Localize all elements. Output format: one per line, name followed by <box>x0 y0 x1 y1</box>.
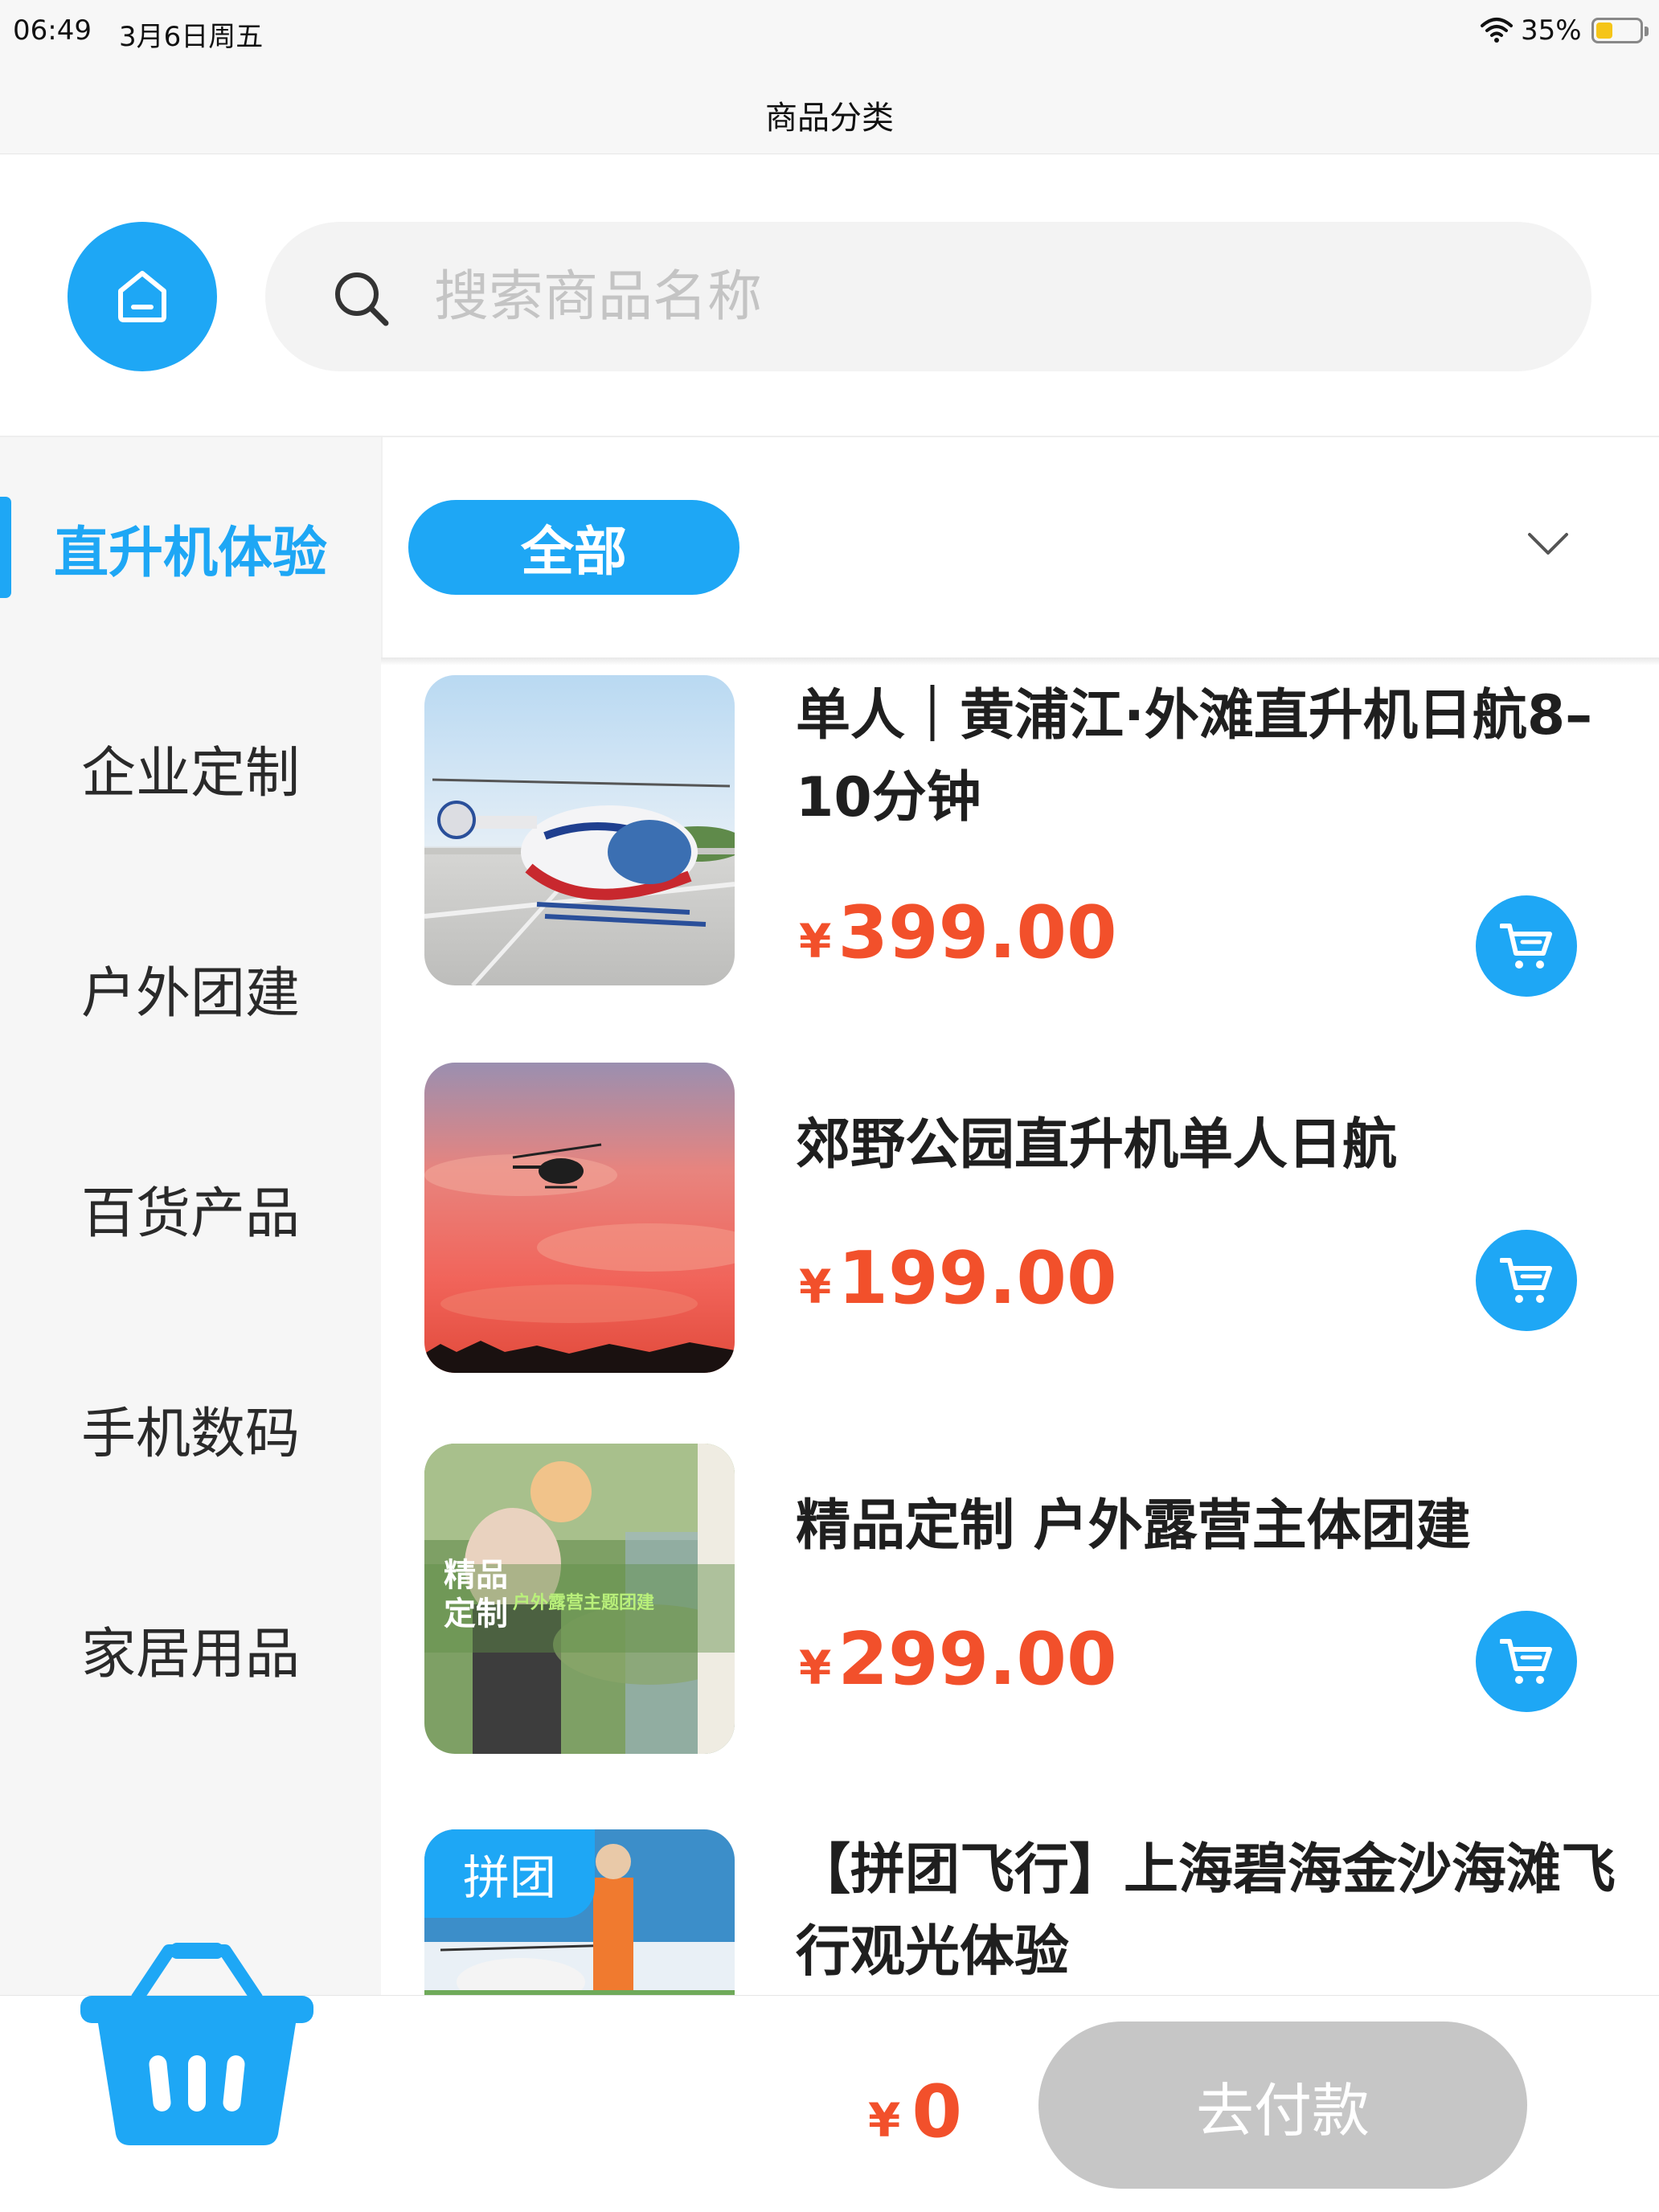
sidebar-item-home-goods[interactable]: 家居用品 <box>0 1538 381 1759</box>
price-value: 399.00 <box>838 891 1117 975</box>
product-title[interactable]: 【拼团飞行】上海碧海金沙海滩飞行观光体验 <box>796 1829 1632 1993</box>
currency-symbol: ¥ <box>799 1260 832 1314</box>
search-input[interactable] <box>434 259 1479 334</box>
product-card[interactable]: 郊野公园直升机单人日航 ¥199.00 <box>381 1063 1659 1440</box>
sidebar-item-label: 直升机体验 <box>53 521 327 585</box>
active-indicator <box>0 497 11 598</box>
sidebar-item-label: 企业定制 <box>80 741 300 805</box>
product-title[interactable]: 精品定制 户外露营主体团建 <box>796 1485 1632 1567</box>
helicopter-on-helipad-image <box>424 675 735 985</box>
sidebar-item-label: 户外团建 <box>80 961 300 1026</box>
sidebar-item-label: 家居用品 <box>80 1622 300 1686</box>
cart-icon <box>1500 924 1552 969</box>
sidebar-item-enterprise-custom[interactable]: 企业定制 <box>0 657 381 878</box>
product-price: ¥399.00 <box>799 891 1117 975</box>
helicopter-sunset-image <box>424 1063 735 1373</box>
cart-total: ¥0 <box>868 2070 962 2154</box>
home-button[interactable] <box>68 222 217 371</box>
cart-icon <box>1500 1639 1552 1684</box>
checkout-bar: ¥0 去付款 <box>0 1943 1659 2212</box>
sidebar-item-general-goods[interactable]: 百货产品 <box>0 1098 381 1318</box>
sidebar-item-label: 百货产品 <box>80 1182 300 1246</box>
price-value: 299.00 <box>838 1617 1117 1702</box>
group-buy-badge: 拼团 <box>424 1829 595 1918</box>
status-time: 06:49 <box>13 14 92 47</box>
divider <box>381 657 1659 666</box>
basket-icon[interactable] <box>80 1943 313 2147</box>
battery-icon <box>1591 18 1649 43</box>
product-price: ¥299.00 <box>799 1617 1117 1702</box>
product-price: ¥199.00 <box>799 1236 1117 1321</box>
product-image[interactable] <box>424 1063 735 1373</box>
search-area <box>0 154 1659 437</box>
price-value: 199.00 <box>838 1236 1117 1321</box>
product-title[interactable]: 单人｜黄浦江·外滩直升机日航8–10分钟 <box>796 675 1632 839</box>
total-value: 0 <box>911 2070 962 2154</box>
add-to-cart-button[interactable] <box>1476 895 1577 997</box>
image-caption: 户外露营主题团建 <box>513 1593 655 1613</box>
filter-all-chip[interactable]: 全部 <box>408 500 739 595</box>
sidebar-item-phones-digital[interactable]: 手机数码 <box>0 1318 381 1538</box>
navigation-bar: 商品分类 <box>0 64 1659 154</box>
currency-symbol: ¥ <box>799 914 832 969</box>
product-image[interactable] <box>424 675 735 985</box>
add-to-cart-button[interactable] <box>1476 1230 1577 1331</box>
add-to-cart-button[interactable] <box>1476 1611 1577 1712</box>
wifi-icon <box>1481 18 1513 43</box>
sidebar-item-label: 手机数码 <box>80 1402 300 1466</box>
sidebar-item-outdoor-teambuilding[interactable]: 户外团建 <box>0 878 381 1098</box>
checkout-button[interactable]: 去付款 <box>1038 2022 1527 2189</box>
search-bar[interactable] <box>265 222 1591 371</box>
page-title: 商品分类 <box>765 100 894 137</box>
product-card[interactable]: 精品 定制 户外露营主题团建 精品定制 户外露营主体团建 ¥299.00 <box>381 1444 1659 1821</box>
battery-percent: 35% <box>1521 14 1582 47</box>
sidebar-item-helicopter-experience[interactable]: 直升机体验 <box>0 437 381 657</box>
subcategory-filter-row: 全部 <box>381 437 1659 657</box>
cart-icon <box>1500 1258 1552 1303</box>
product-title[interactable]: 郊野公园直升机单人日航 <box>796 1104 1632 1186</box>
product-image[interactable]: 拼团 <box>424 1829 735 1995</box>
status-date: 3月6日周五 <box>119 21 264 53</box>
product-list[interactable]: 单人｜黄浦江·外滩直升机日航8–10分钟 ¥399.00 郊野公园直升机单人日航… <box>381 666 1659 1995</box>
chevron-down-icon[interactable] <box>1527 532 1569 556</box>
product-card[interactable]: 拼团 【拼团飞行】上海碧海金沙海滩飞行观光体验 <box>381 1829 1659 1995</box>
product-image[interactable]: 精品 定制 户外露营主题团建 <box>424 1444 735 1754</box>
category-sidebar: 直升机体验 企业定制 户外团建 百货产品 手机数码 家居用品 <box>0 437 381 1995</box>
currency-symbol: ¥ <box>868 2093 901 2148</box>
image-caption: 精品 定制 <box>444 1557 508 1632</box>
product-card[interactable]: 单人｜黄浦江·外滩直升机日航8–10分钟 ¥399.00 <box>381 675 1659 1053</box>
currency-symbol: ¥ <box>799 1641 832 1695</box>
status-bar: 06:49 3月6日周五 35% <box>0 0 1659 64</box>
search-icon <box>335 272 389 326</box>
home-icon <box>118 271 166 322</box>
